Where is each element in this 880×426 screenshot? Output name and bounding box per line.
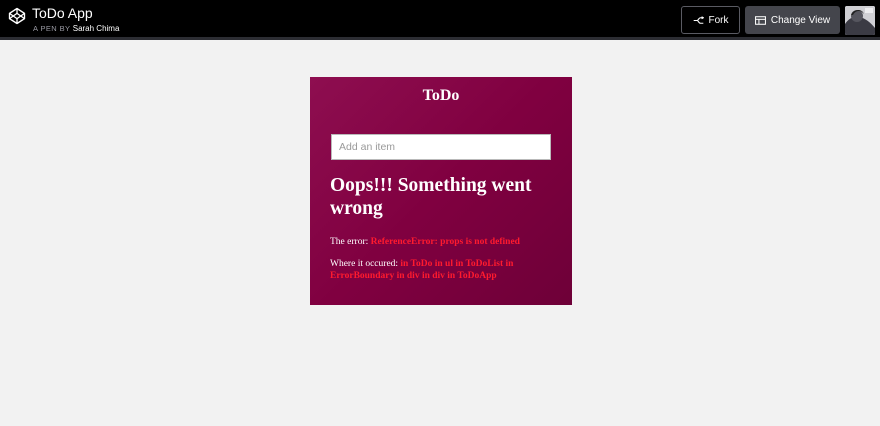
error-heading: Oops!!! Something went wrong — [330, 175, 532, 219]
fork-button[interactable]: Fork — [681, 6, 740, 34]
byline-prefix: A PEN BY — [33, 24, 71, 33]
error-value: ReferenceError: props is not defined — [370, 237, 520, 247]
where-label: Where it occured: — [330, 259, 399, 269]
fork-icon — [693, 15, 704, 24]
error-location: Where it occured: in ToDo in ul in ToDoL… — [330, 258, 552, 282]
editor-header: ToDo App A PEN BY Sarah Chima Fork Chang… — [0, 0, 880, 40]
change-view-label: Change View — [770, 14, 831, 26]
change-view-button[interactable]: Change View — [745, 6, 840, 34]
add-item-input[interactable] — [331, 134, 551, 160]
pen-byline: A PEN BY Sarah Chima — [33, 24, 119, 33]
todo-app-card: ToDo Oops!!! Something went wrong The er… — [310, 77, 572, 305]
error-label: The error: — [330, 237, 369, 247]
codepen-logo-icon[interactable] — [8, 7, 26, 25]
fork-label: Fork — [708, 14, 729, 26]
todo-title: ToDo — [422, 87, 460, 104]
layout-icon — [754, 15, 766, 25]
author-link[interactable]: Sarah Chima — [73, 24, 120, 33]
pen-title[interactable]: ToDo App — [32, 5, 93, 21]
user-avatar[interactable] — [845, 6, 875, 35]
error-message: The error: ReferenceError: props is not … — [330, 236, 552, 248]
